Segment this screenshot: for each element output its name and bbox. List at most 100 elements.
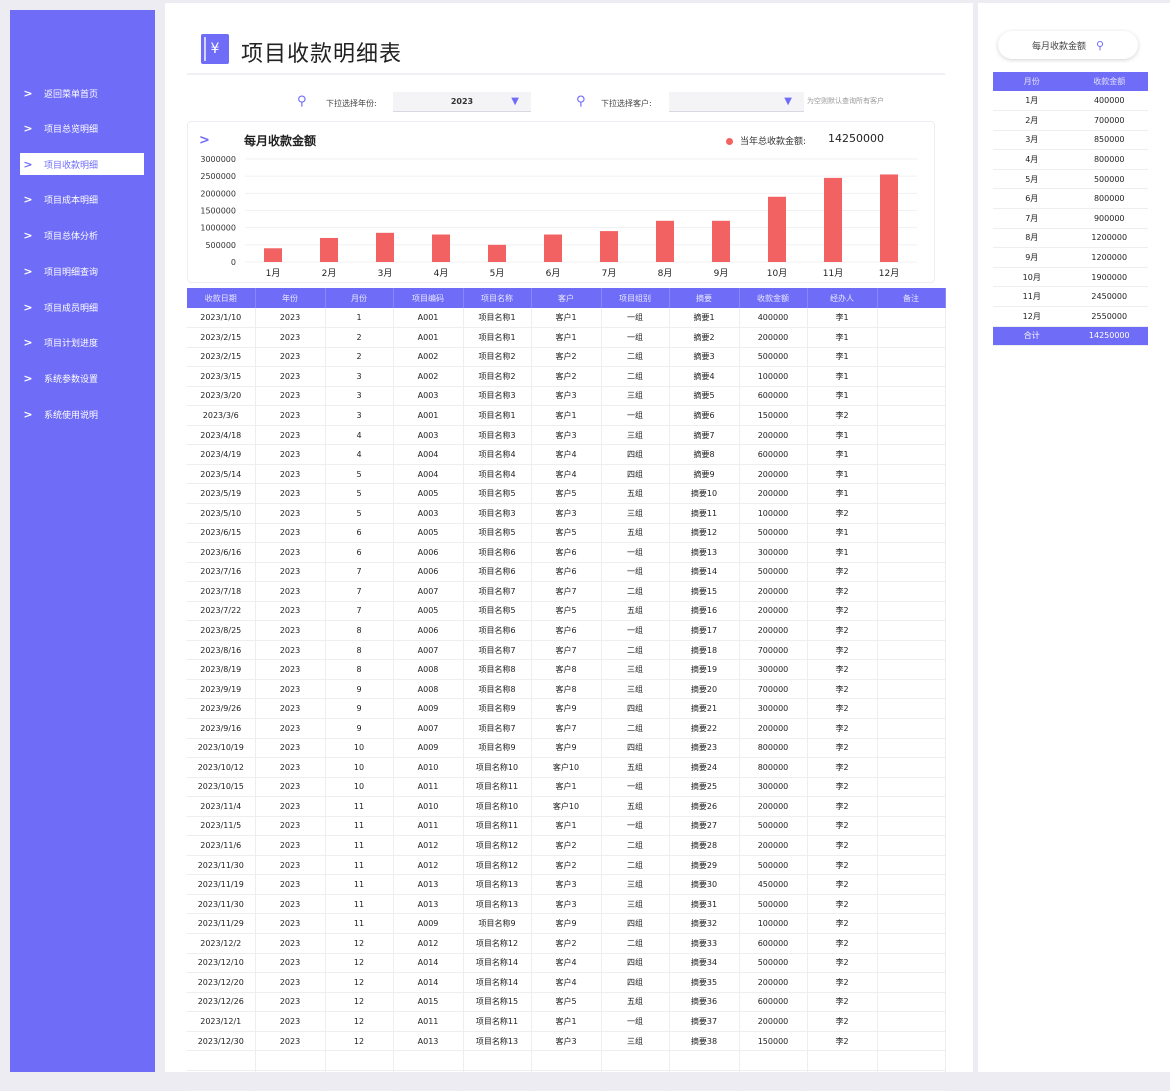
table-cell: 项目名称10	[463, 757, 532, 778]
table-row[interactable]: 2023/4/18 2023 4 A003 项目名称3 客户3 三组 摘要7 200000 李1	[187, 425, 946, 446]
table-cell: 100000	[739, 913, 808, 934]
sidebar-item-label: 项目成员明细	[44, 303, 99, 314]
bar[interactable]	[600, 231, 618, 262]
table-cell: 2023/12/26	[187, 992, 256, 1013]
table-cell: 四组	[601, 953, 670, 974]
table-row[interactable]: 2023/5/19 2023 5 A005 项目名称5 客户5 五组 摘要10 200000 李1	[187, 483, 946, 504]
y-tick-label: 2000000	[200, 189, 236, 198]
table-row[interactable]: 2023/12/26 2023 12 A015 项目名称15 客户5 五组 摘要36 60000…	[187, 992, 946, 1013]
sidebar-item-home[interactable]: > 返回菜单首页	[20, 82, 144, 104]
bar[interactable]	[376, 232, 394, 262]
table-row[interactable]: 2023/9/26 2023 9 A009 项目名称9 客户9 四组 摘要21 300000 李2	[187, 698, 946, 719]
table-row[interactable]: 2023/5/14 2023 5 A004 项目名称4 客户4 四组 摘要9 200000 李1	[187, 464, 946, 485]
table-row[interactable]: 2023/12/2 2023 12 A012 项目名称12 客户2 二组 摘要33 600000…	[187, 933, 946, 954]
table-row[interactable]: 2023/10/15 2023 10 A011 项目名称11 客户1 一组 摘要25 30000…	[187, 777, 946, 798]
table-cell: 8	[325, 659, 394, 680]
table-row[interactable]: 2023/11/5 2023 11 A011 项目名称11 客户1 一组 摘要27 500000…	[187, 816, 946, 837]
table-row[interactable]: 2023/10/19 2023 10 A009 项目名称9 客户9 四组 摘要23 800000…	[187, 738, 946, 759]
summary-month: 4月	[993, 149, 1071, 170]
bar[interactable]	[824, 177, 842, 262]
table-row[interactable]: 2023/8/16 2023 8 A007 项目名称7 客户7 二组 摘要18 700000 李2	[187, 640, 946, 661]
table-cell: 项目名称7	[463, 640, 532, 661]
summary-month: 9月	[993, 247, 1071, 268]
table-row[interactable]: 2023/3/6 2023 3 A001 项目名称1 客户1 一组 摘要6 150000 李2	[187, 405, 946, 426]
table-cell: A014	[393, 953, 464, 974]
bar[interactable]	[656, 220, 674, 262]
table-row[interactable]: 2023/12/20 2023 12 A014 项目名称14 客户4 四组 摘要35 20000…	[187, 972, 946, 993]
table-row[interactable]: 2023/3/20 2023 3 A003 项目名称3 客户3 三组 摘要5 600000 李1	[187, 386, 946, 407]
table-cell: 700000	[739, 679, 808, 700]
table-row[interactable]: 2023/7/18 2023 7 A007 项目名称7 客户7 二组 摘要15 200000 李2	[187, 581, 946, 602]
table-row[interactable]: 2023/6/15 2023 6 A005 项目名称5 客户5 五组 摘要12 500000 李1	[187, 523, 946, 544]
sidebar-item-query[interactable]: > 项目明细查询	[20, 260, 144, 282]
table-row[interactable]: 2023/12/30 2023 12 A013 项目名称13 客户3 三组 摘要38 15000…	[187, 1031, 946, 1052]
table-row[interactable]: 2023/3/15 2023 3 A002 项目名称2 客户2 二组 摘要4 100000 李1	[187, 366, 946, 387]
table-row[interactable]: 2023/10/12 2023 10 A010 项目名称10 客户10 五组 摘要24 8000…	[187, 757, 946, 778]
table-cell: 一组	[601, 405, 670, 426]
table-cell: 摘要36	[669, 992, 740, 1013]
table-cell: 2023	[255, 620, 326, 641]
table-row[interactable]: 2023/12/10 2023 12 A014 项目名称14 客户4 四组 摘要34 50000…	[187, 953, 946, 974]
table-row[interactable]: 2023/5/10 2023 5 A003 项目名称3 客户3 三组 摘要11 100000 李2	[187, 503, 946, 524]
table-row[interactable]: 2023/11/30 2023 11 A013 项目名称13 客户3 三组 摘要31 50000…	[187, 894, 946, 915]
table-cell: 摘要14	[669, 562, 740, 583]
bar[interactable]	[320, 237, 338, 262]
bar[interactable]	[768, 196, 786, 262]
table-cell: 2023	[255, 816, 326, 837]
table-row[interactable]: 2023/12/1 2023 12 A011 项目名称11 客户1 一组 摘要37 200000…	[187, 1011, 946, 1032]
table-row[interactable]: 2023/4/19 2023 4 A004 项目名称4 客户4 四组 摘要8 600000 李1	[187, 444, 946, 465]
table-row[interactable]: 2023/8/25 2023 8 A006 项目名称6 客户6 一组 摘要17 200000 李2	[187, 620, 946, 641]
bar[interactable]	[544, 234, 562, 262]
bar[interactable]	[712, 220, 730, 262]
table-row[interactable]: 2023/7/22 2023 7 A005 项目名称5 客户5 五组 摘要16 200000 李2	[187, 601, 946, 622]
bar[interactable]	[432, 234, 450, 262]
table-cell: 2023/5/19	[187, 483, 256, 504]
table-cell	[877, 425, 946, 446]
table-row[interactable]: 2023/7/16 2023 7 A006 项目名称6 客户6 一组 摘要14 500000 李2	[187, 562, 946, 583]
table-cell: 300000	[739, 659, 808, 680]
table-cell: 摘要23	[669, 738, 740, 759]
table-row[interactable]: 2023/6/16 2023 6 A006 项目名称6 客户6 一组 摘要13 300000 李1	[187, 542, 946, 563]
customer-select[interactable]: ▼	[669, 92, 804, 112]
table-row[interactable]: 2023/11/6 2023 11 A012 项目名称12 客户2 二组 摘要28 200000…	[187, 835, 946, 856]
table-row[interactable]: 2023/1/10 2023 1 A001 项目名称1 客户1 一组 摘要1 400000 李1	[187, 308, 946, 329]
table-cell: 2023/11/5	[187, 816, 256, 837]
table-row[interactable]: 2023/11/29 2023 11 A009 项目名称9 客户9 四组 摘要32 100000…	[187, 913, 946, 934]
table-cell: 10	[325, 757, 394, 778]
table-cell: 李2	[807, 757, 878, 778]
bar[interactable]	[264, 248, 282, 262]
sidebar-item-members[interactable]: > 项目成员明细	[20, 296, 144, 318]
table-cell: 200000	[739, 1011, 808, 1032]
table-cell: 客户7	[531, 718, 602, 739]
table-row[interactable]: 2023/11/19 2023 11 A013 项目名称13 客户3 三组 摘要30 45000…	[187, 874, 946, 895]
table-row[interactable]: 2023/11/4 2023 11 A010 项目名称10 客户10 五组 摘要26 20000…	[187, 796, 946, 817]
table-cell: 4	[325, 444, 394, 465]
table-cell: A008	[393, 679, 464, 700]
table-row[interactable]: 2023/8/19 2023 8 A008 项目名称8 客户8 三组 摘要19 300000 李2	[187, 659, 946, 680]
sidebar-item-costs[interactable]: > 项目成本明细	[20, 188, 144, 210]
table-row[interactable]: 2023/2/15 2023 2 A002 项目名称2 客户2 二组 摘要3 500000 李1	[187, 347, 946, 368]
zoom-icon: ⚲	[1095, 38, 1105, 52]
table-row[interactable]: 2023/11/30 2023 11 A012 项目名称12 客户2 二组 摘要29 50000…	[187, 855, 946, 876]
sidebar-item-label: 项目计划进度	[44, 338, 99, 349]
table-cell: 500000	[739, 953, 808, 974]
sidebar-item-schedule[interactable]: > 项目计划进度	[20, 331, 144, 353]
table-row[interactable]: 2023/9/16 2023 9 A007 项目名称7 客户7 二组 摘要22 200000 李2	[187, 718, 946, 739]
sidebar-item-help[interactable]: > 系统使用说明	[20, 403, 144, 425]
year-select[interactable]: 2023 ▼	[393, 92, 531, 112]
table-cell: 10	[325, 738, 394, 759]
x-tick-label: 9月	[714, 268, 729, 279]
chevron-right-icon: >	[23, 300, 33, 314]
sidebar-item-settings[interactable]: > 系统参数设置	[20, 367, 144, 389]
bar[interactable]	[488, 244, 506, 262]
sidebar-item-receipts[interactable]: > 项目收款明细	[20, 153, 144, 175]
table-cell: 2023/7/22	[187, 601, 256, 622]
table-cell: 摘要27	[669, 816, 740, 837]
table-cell: 200000	[739, 796, 808, 817]
sidebar-item-overview[interactable]: > 项目总览明细	[20, 117, 144, 139]
table-row[interactable]: 2023/9/19 2023 9 A008 项目名称8 客户8 三组 摘要20 700000 李2	[187, 679, 946, 700]
bar[interactable]	[880, 174, 898, 262]
table-row[interactable]: 2023/2/15 2023 2 A001 项目名称1 客户1 一组 摘要2 200000 李1	[187, 327, 946, 348]
monthly-amount-button[interactable]: 每月收款金额 ⚲	[998, 31, 1138, 59]
sidebar-item-analysis[interactable]: > 项目总体分析	[20, 224, 144, 246]
